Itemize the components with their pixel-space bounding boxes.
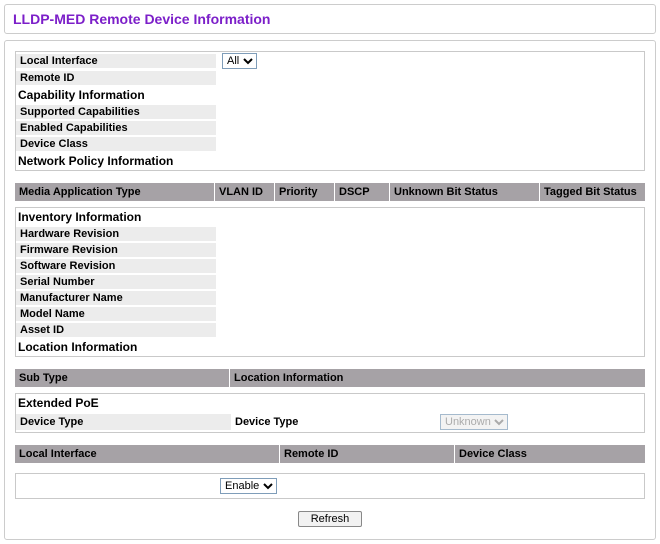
label-device-class: Device Class (16, 137, 216, 151)
col-tagged-bit: Tagged Bit Status (540, 183, 645, 201)
col-sub-type: Sub Type (15, 369, 230, 387)
label-supported-caps: Supported Capabilities (16, 105, 216, 119)
local-interface-value: All (216, 52, 644, 70)
local-interface-select[interactable]: All (222, 53, 257, 69)
col-vlan-id: VLAN ID (215, 183, 275, 201)
label-location-info: Location Information (16, 338, 216, 356)
label-capability-info: Capability Information (16, 86, 216, 104)
label-remote-id: Remote ID (16, 71, 216, 85)
col-unknown-bit: Unknown Bit Status (390, 183, 540, 201)
col-local-interface: Local Interface (15, 445, 280, 463)
label-manufacturer-name: Manufacturer Name (16, 291, 216, 305)
enable-row: Enable (15, 473, 645, 499)
top-info-box: Local Interface All Remote ID Capability… (15, 51, 645, 171)
label-asset-id: Asset ID (16, 323, 216, 337)
label-software-rev: Software Revision (16, 259, 216, 273)
label-hardware-rev: Hardware Revision (16, 227, 216, 241)
main-panel: Local Interface All Remote ID Capability… (4, 40, 656, 540)
label-firmware-rev: Firmware Revision (16, 243, 216, 257)
label-model-name: Model Name (16, 307, 216, 321)
col-device-class: Device Class (455, 445, 645, 463)
extended-poe-box: Extended PoE Device Type Device Type Unk… (15, 393, 645, 433)
label-enabled-caps: Enabled Capabilities (16, 121, 216, 135)
col-priority: Priority (275, 183, 335, 201)
label-extended-poe: Extended PoE (16, 394, 216, 412)
inventory-box: Inventory Information Hardware Revision … (15, 207, 645, 357)
media-header: Media Application Type VLAN ID Priority … (15, 183, 645, 201)
label-device-type-1: Device Type (16, 414, 231, 430)
col-location-info: Location Information (230, 369, 645, 387)
label-serial-number: Serial Number (16, 275, 216, 289)
col-dscp: DSCP (335, 183, 390, 201)
bottom-header: Local Interface Remote ID Device Class (15, 445, 645, 463)
col-remote-id: Remote ID (280, 445, 455, 463)
page-title: LLDP-MED Remote Device Information (13, 11, 647, 27)
remote-id-value (216, 77, 644, 79)
label-device-type-2: Device Type (231, 414, 436, 430)
refresh-button[interactable]: Refresh (298, 511, 363, 527)
refresh-wrap: Refresh (15, 511, 645, 527)
device-type-select: Unknown (440, 414, 508, 430)
location-header: Sub Type Location Information (15, 369, 645, 387)
title-panel: LLDP-MED Remote Device Information (4, 4, 656, 34)
enable-select[interactable]: Enable (220, 478, 277, 494)
label-inventory-heading: Inventory Information (16, 208, 216, 226)
label-local-interface: Local Interface (16, 54, 216, 68)
label-network-policy: Network Policy Information (16, 152, 246, 170)
col-media-app-type: Media Application Type (15, 183, 215, 201)
